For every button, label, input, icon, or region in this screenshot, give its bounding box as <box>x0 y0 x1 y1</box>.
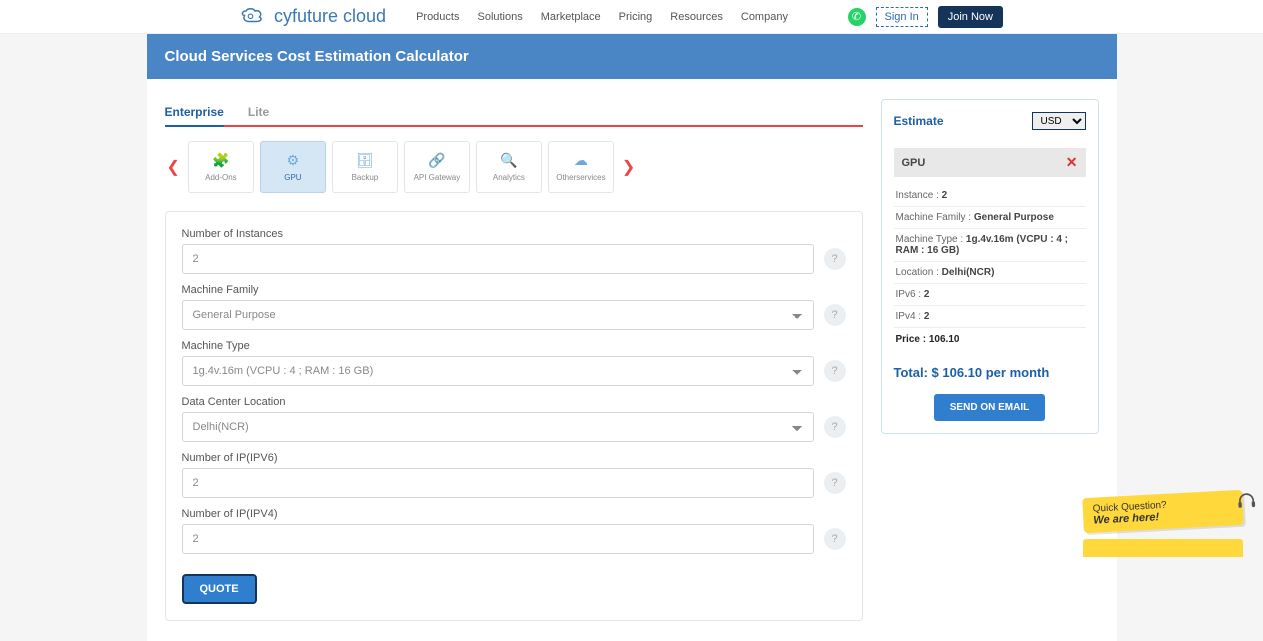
help-icon[interactable]: ? <box>824 304 846 326</box>
location-select[interactable]: Delhi(NCR) <box>182 412 814 442</box>
services-carousel: ❮ 🧩 Add-Ons ⚙ GPU 🗄 Backup 🔗 API Gateway 🔍 An… <box>165 141 863 193</box>
joinnow-button[interactable]: Join Now <box>938 6 1003 28</box>
service-label: Backup <box>352 173 379 182</box>
service-label: GPU <box>284 173 301 182</box>
machine-type-label: Machine Type <box>182 340 846 352</box>
logo-cloud-icon <box>240 6 270 28</box>
tab-enterprise[interactable]: Enterprise <box>165 99 224 127</box>
send-email-button[interactable]: SEND ON EMAIL <box>934 394 1045 421</box>
service-gpu[interactable]: ⚙ GPU <box>260 141 326 193</box>
analytics-icon: 🔍 <box>500 152 517 169</box>
service-backup[interactable]: 🗄 Backup <box>332 141 398 193</box>
cloud-icon: ☁ <box>574 152 588 169</box>
puzzle-icon: 🧩 <box>212 152 229 169</box>
chat-widget[interactable]: Quick Question? We are here! <box>1083 494 1243 557</box>
top-bar: cyfuture cloud Products Solutions Market… <box>0 0 1263 34</box>
service-label: Otherservices <box>556 173 605 182</box>
service-analytics[interactable]: 🔍 Analytics <box>476 141 542 193</box>
whatsapp-icon[interactable]: ✆ <box>848 8 866 26</box>
quote-button[interactable]: QUOTE <box>182 574 257 604</box>
nav-products[interactable]: Products <box>416 11 459 23</box>
service-label: API Gateway <box>414 173 461 182</box>
machine-family-label: Machine Family <box>182 284 846 296</box>
nav-resources[interactable]: Resources <box>670 11 723 23</box>
help-icon[interactable]: ? <box>824 416 846 438</box>
estimate-total: Total: $ 106.10 per month <box>894 365 1086 380</box>
logo[interactable]: cyfuture cloud <box>240 6 386 28</box>
instances-input[interactable] <box>182 244 814 274</box>
estimate-price: Price : 106.10 <box>894 328 1086 355</box>
estimate-line: Instance : 2 <box>894 185 1086 207</box>
chip-icon: ⚙ <box>287 152 300 169</box>
service-label: Analytics <box>493 173 525 182</box>
remove-item-icon[interactable]: ✕ <box>1066 154 1078 171</box>
machine-type-select[interactable]: 1g.4v.16m (VCPU : 4 ; RAM : 16 GB) <box>182 356 814 386</box>
service-addons[interactable]: 🧩 Add-Ons <box>188 141 254 193</box>
page-title: Cloud Services Cost Estimation Calculato… <box>147 34 1117 79</box>
ipv6-input[interactable] <box>182 468 814 498</box>
service-label: Add-Ons <box>205 173 237 182</box>
estimate-title: Estimate <box>894 114 944 128</box>
estimate-item-header: GPU ✕ <box>894 148 1086 177</box>
headset-icon <box>1236 491 1257 512</box>
nav-marketplace[interactable]: Marketplace <box>541 11 601 23</box>
help-icon[interactable]: ? <box>824 528 846 550</box>
help-icon[interactable]: ? <box>824 248 846 270</box>
estimate-line: IPv6 : 2 <box>894 284 1086 306</box>
api-icon: 🔗 <box>428 152 445 169</box>
logo-text: cyfuture cloud <box>274 6 386 27</box>
ipv6-label: Number of IP(IPV6) <box>182 452 846 464</box>
ipv4-label: Number of IP(IPV4) <box>182 508 846 520</box>
main-nav: Products Solutions Marketplace Pricing R… <box>416 11 788 23</box>
machine-family-select[interactable]: General Purpose <box>182 300 814 330</box>
config-form: Number of Instances ? Machine Family Gen… <box>165 211 863 621</box>
help-icon[interactable]: ? <box>824 472 846 494</box>
estimate-line: IPv4 : 2 <box>894 306 1086 328</box>
tab-lite[interactable]: Lite <box>248 99 269 125</box>
plan-tabs: Enterprise Lite <box>165 99 863 127</box>
carousel-next-icon[interactable]: ❯ <box>620 157 637 177</box>
instances-label: Number of Instances <box>182 228 846 240</box>
estimate-item-name: GPU <box>902 157 926 169</box>
help-icon[interactable]: ? <box>824 360 846 382</box>
estimate-line: Machine Type : 1g.4v.16m (VCPU : 4 ; RAM… <box>894 229 1086 262</box>
estimate-line: Machine Family : General Purpose <box>894 207 1086 229</box>
estimate-panel: Estimate USD GPU ✕ Instance : 2 Machine … <box>881 99 1099 434</box>
estimate-line: Location : Delhi(NCR) <box>894 262 1086 284</box>
nav-solutions[interactable]: Solutions <box>477 11 522 23</box>
carousel-prev-icon[interactable]: ❮ <box>165 157 182 177</box>
service-other[interactable]: ☁ Otherservices <box>548 141 614 193</box>
ipv4-input[interactable] <box>182 524 814 554</box>
currency-select[interactable]: USD <box>1032 112 1086 130</box>
backup-icon: 🗄 <box>356 152 374 169</box>
nav-company[interactable]: Company <box>741 11 788 23</box>
chat-bar[interactable] <box>1083 539 1243 557</box>
location-label: Data Center Location <box>182 396 846 408</box>
service-apigateway[interactable]: 🔗 API Gateway <box>404 141 470 193</box>
nav-pricing[interactable]: Pricing <box>619 11 653 23</box>
signin-button[interactable]: Sign In <box>876 7 928 27</box>
